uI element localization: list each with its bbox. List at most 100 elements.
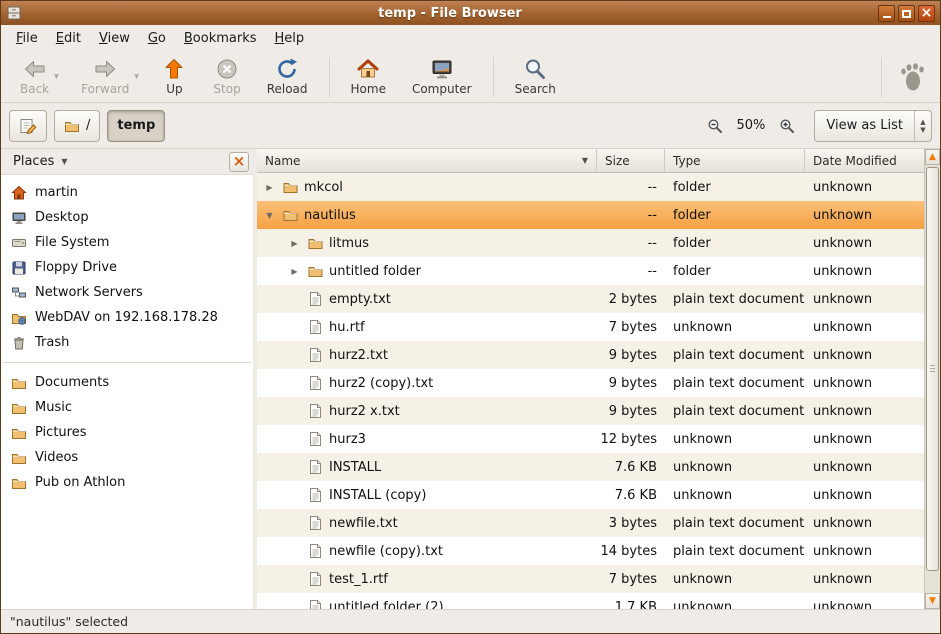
zoom-out-icon [707, 118, 723, 134]
computer-button[interactable]: Computer [404, 54, 480, 99]
menu-help[interactable]: Help [266, 27, 314, 50]
sidebar-item-music[interactable]: Music [1, 395, 253, 420]
file-name: hu.rtf [329, 320, 365, 335]
sidebar-close-button[interactable]: × [229, 152, 249, 172]
sidebar-item-trash[interactable]: Trash [1, 330, 253, 355]
size-cell: -- [597, 173, 665, 201]
folder-icon [11, 400, 27, 416]
sidebar-item-webdav-on-192-168-178-28[interactable]: WebDAV on 192.168.178.28 [1, 305, 253, 330]
zoom-out-button[interactable] [703, 114, 727, 138]
home-small-icon [11, 185, 27, 201]
column-header-label: Name [265, 154, 300, 168]
column-header-type[interactable]: Type [665, 149, 805, 173]
column-header-date[interactable]: Date Modified [805, 149, 924, 173]
forward-icon [93, 57, 117, 81]
file-name: untitled folder (2) [329, 600, 444, 610]
size-cell: 9 bytes [597, 369, 665, 397]
path-button-root[interactable]: / [54, 110, 100, 142]
name-cell: ▶mkcol [257, 173, 597, 201]
table-row[interactable]: hurz2.txt9 bytesplain text documentunkno… [257, 341, 924, 369]
home-button[interactable]: Home [343, 54, 394, 99]
table-row[interactable]: ▶litmus--folderunknown [257, 229, 924, 257]
file-name: hurz3 [329, 432, 366, 447]
vertical-scrollbar[interactable]: ▲ ▼ [924, 149, 940, 609]
zoom-in-button[interactable] [775, 114, 799, 138]
type-cell: plain text document [665, 509, 805, 537]
scroll-down-icon[interactable]: ▼ [925, 593, 940, 609]
table-row[interactable]: test_1.rtf7 bytesunknownunknown [257, 565, 924, 593]
table-row[interactable]: empty.txt2 bytesplain text documentunkno… [257, 285, 924, 313]
sort-indicator-icon: ▼ [582, 156, 588, 165]
size-cell: 1.7 KB [597, 593, 665, 609]
table-row[interactable]: INSTALL (copy)7.6 KBunknownunknown [257, 481, 924, 509]
name-cell: ▼nautilus [257, 201, 597, 229]
table-row[interactable]: untitled folder (2)1.7 KBunknownunknown [257, 593, 924, 609]
stop-button: Stop [205, 54, 248, 99]
expander-closed-icon[interactable]: ▶ [287, 239, 302, 248]
sidebar-item-martin[interactable]: martin [1, 180, 253, 205]
path-button-current[interactable]: temp [107, 110, 165, 142]
name-cell: hurz3 [257, 425, 597, 453]
sidebar-item-file-system[interactable]: File System [1, 230, 253, 255]
places-combo[interactable]: Places ▼ [5, 152, 76, 171]
table-row[interactable]: hurz2 (copy).txt9 bytesplain text docume… [257, 369, 924, 397]
sidebar-item-videos[interactable]: Videos [1, 445, 253, 470]
date-cell: unknown [805, 201, 924, 229]
table-row[interactable]: newfile.txt3 bytesplain text documentunk… [257, 509, 924, 537]
maximize-button[interactable] [898, 5, 915, 22]
close-button[interactable]: × [918, 5, 935, 22]
sidebar-item-label: WebDAV on 192.168.178.28 [35, 310, 218, 325]
minimize-button[interactable] [878, 5, 895, 22]
table-row[interactable]: hurz2 x.txt9 bytesplain text documentunk… [257, 397, 924, 425]
sidebar-item-label: Documents [35, 375, 109, 390]
folder-icon [11, 475, 27, 491]
search-button[interactable]: Search [507, 54, 564, 99]
sidebar-item-floppy-drive[interactable]: Floppy Drive [1, 255, 253, 280]
table-row[interactable]: newfile (copy).txt14 bytesplain text doc… [257, 537, 924, 565]
menu-file[interactable]: File [7, 27, 47, 50]
table-row[interactable]: ▶untitled folder--folderunknown [257, 257, 924, 285]
expander-open-icon[interactable]: ▼ [262, 211, 277, 220]
combo-stepper-icon[interactable]: ▲▼ [914, 111, 931, 141]
view-mode-select[interactable]: View as List ▲▼ [814, 110, 932, 142]
sidebar-item-network-servers[interactable]: Network Servers [1, 280, 253, 305]
gnome-foot-icon [898, 61, 926, 93]
sidebar-item-documents[interactable]: Documents [1, 370, 253, 395]
expander-closed-icon[interactable]: ▶ [262, 183, 277, 192]
menu-go[interactable]: Go [139, 27, 175, 50]
menu-edit[interactable]: Edit [47, 27, 90, 50]
search-label: Search [515, 82, 556, 96]
column-header-name[interactable]: Name ▼ [257, 149, 597, 173]
edit-location-button[interactable] [9, 110, 47, 142]
up-button[interactable]: Up [153, 54, 195, 99]
toolbar-separator [881, 57, 882, 97]
sidebar-item-desktop[interactable]: Desktop [1, 205, 253, 230]
table-row[interactable]: hurz312 bytesunknownunknown [257, 425, 924, 453]
scroll-up-icon[interactable]: ▲ [925, 149, 940, 165]
computer-icon [430, 57, 454, 81]
menu-bookmarks[interactable]: Bookmarks [175, 27, 266, 50]
title-bar[interactable]: temp - File Browser × [1, 1, 940, 25]
close-icon: × [921, 6, 933, 20]
scrollbar-thumb[interactable] [926, 167, 939, 571]
table-row[interactable]: ▼nautilus--folderunknown [257, 201, 924, 229]
expander-closed-icon[interactable]: ▶ [287, 267, 302, 276]
file-name: INSTALL (copy) [329, 488, 426, 503]
table-row[interactable]: hu.rtf7 bytesunknownunknown [257, 313, 924, 341]
date-cell: unknown [805, 453, 924, 481]
column-header-size[interactable]: Size [597, 149, 665, 173]
date-cell: unknown [805, 481, 924, 509]
reload-label: Reload [267, 82, 308, 96]
reload-button[interactable]: Reload [259, 54, 316, 99]
menu-view[interactable]: View [90, 27, 139, 50]
sidebar-item-label: Pub on Athlon [35, 475, 125, 490]
folder-icon [282, 179, 299, 195]
sidebar-item-pub-on-athlon[interactable]: Pub on Athlon [1, 470, 253, 495]
table-row[interactable]: INSTALL7.6 KBunknownunknown [257, 453, 924, 481]
table-row[interactable]: ▶mkcol--folderunknown [257, 173, 924, 201]
sidebar-item-pictures[interactable]: Pictures [1, 420, 253, 445]
back-button: Back [12, 54, 57, 99]
floppy-icon [11, 260, 27, 276]
scrollbar-track[interactable] [925, 165, 940, 593]
file-icon [307, 403, 324, 419]
